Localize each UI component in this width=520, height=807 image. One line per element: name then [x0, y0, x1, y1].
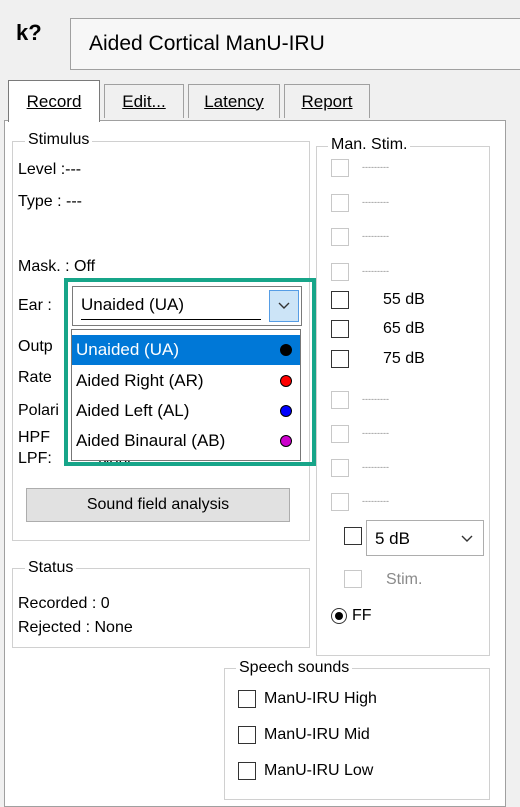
ear-label: Ear :: [18, 297, 52, 314]
man-stim-level-label: ---------: [362, 266, 389, 276]
man-stim-checkbox[interactable]: [331, 350, 349, 368]
black-dot-icon: [280, 344, 292, 356]
man-stim-checkbox[interactable]: [331, 194, 349, 212]
man-stim-level-label: 75 dB: [383, 350, 425, 367]
ear-option-label: Aided Right (AR): [76, 371, 204, 390]
status-rejected: Rejected : None: [18, 619, 133, 636]
hpf-label: HPF: [18, 429, 50, 446]
lpf-label: LPF:: [18, 450, 52, 467]
man-stim-checkbox[interactable]: [331, 320, 349, 338]
man-stim-level-label: ---------: [362, 197, 389, 207]
man-stim-level-label: ---------: [362, 462, 389, 472]
man-stim-level-label: ---------: [362, 428, 389, 438]
ear-dropdown-list: Unaided (UA) Aided Right (AR) Aided Left…: [71, 329, 301, 461]
speech-high-label: ManU-IRU High: [264, 690, 377, 707]
tab-record[interactable]: Record: [8, 80, 100, 122]
man-stim-checkbox[interactable]: [331, 263, 349, 281]
polarity-label: Polari: [18, 402, 59, 419]
step-select[interactable]: 5 dB: [366, 520, 484, 556]
help-cursor-icon[interactable]: k?: [16, 20, 42, 46]
man-stim-checkbox[interactable]: [331, 391, 349, 409]
sound-field-analysis-button[interactable]: Sound field analysis: [26, 488, 290, 522]
stimulus-level: Level :---: [18, 161, 82, 178]
speech-low-checkbox[interactable]: [238, 762, 256, 780]
status-recorded: Recorded : 0: [18, 595, 110, 612]
tab-edit[interactable]: Edit...: [104, 84, 184, 118]
man-stim-checkbox[interactable]: [331, 425, 349, 443]
speech-sounds-title: Speech sounds: [236, 659, 353, 677]
stimulus-mask: Mask. : Off: [18, 258, 96, 275]
stim-label: Stim.: [386, 571, 423, 588]
ear-option-label: Aided Left (AL): [76, 401, 190, 420]
ff-label: FF: [352, 607, 372, 624]
tab-report[interactable]: Report: [284, 84, 370, 118]
rate-label: Rate: [18, 369, 52, 386]
window-title: Aided Cortical ManU-IRU: [70, 18, 520, 70]
man-stim-level-label: ---------: [362, 496, 389, 506]
tab-edit-label: Edit...: [122, 91, 166, 111]
ear-option-unaided[interactable]: Unaided (UA): [72, 335, 300, 365]
red-dot-icon: [280, 375, 292, 387]
man-stim-level-label: ---------: [362, 394, 389, 404]
stimulus-group-title: Stimulus: [25, 131, 93, 149]
speech-mid-checkbox[interactable]: [238, 726, 256, 744]
speech-low-label: ManU-IRU Low: [264, 762, 374, 779]
man-stim-checkbox[interactable]: [331, 459, 349, 477]
tab-latency-label: Latency: [204, 91, 264, 111]
stim-checkbox[interactable]: [344, 570, 362, 588]
man-stim-checkbox[interactable]: [331, 291, 349, 309]
tab-report-label: Report: [301, 91, 353, 111]
window-title-text: Aided Cortical ManU-IRU: [89, 32, 325, 55]
step-select-value: 5 dB: [375, 529, 410, 548]
man-stim-level-label: 65 dB: [383, 320, 425, 337]
output-label: Outp: [18, 338, 53, 355]
ff-radio[interactable]: [331, 608, 347, 624]
man-stim-checkbox[interactable]: [331, 228, 349, 246]
ear-option-aided-right[interactable]: Aided Right (AR): [72, 366, 300, 396]
stimulus-type: Type : ---: [18, 193, 83, 210]
speech-high-checkbox[interactable]: [238, 690, 256, 708]
ear-option-aided-left[interactable]: Aided Left (AL): [72, 396, 300, 426]
ear-option-aided-binaural[interactable]: Aided Binaural (AB): [72, 426, 300, 456]
ear-option-label: Unaided (UA): [76, 340, 179, 359]
ff-radio-dot: [335, 612, 343, 620]
status-title: Status: [25, 559, 77, 577]
man-stim-title: Man. Stim.: [328, 136, 411, 154]
man-stim-checkbox[interactable]: [331, 493, 349, 511]
sound-field-analysis-label: Sound field analysis: [86, 496, 230, 513]
tab-latency[interactable]: Latency: [188, 84, 280, 118]
ear-option-label: Aided Binaural (AB): [76, 431, 226, 450]
man-stim-level-label: 55 dB: [383, 291, 425, 308]
chevron-down-icon: [461, 535, 473, 542]
blue-dot-icon: [280, 405, 292, 417]
speech-mid-label: ManU-IRU Mid: [264, 726, 370, 743]
man-stim-checkbox[interactable]: [331, 159, 349, 177]
tab-record-label: Record: [26, 91, 82, 111]
purple-dot-icon: [280, 435, 292, 447]
man-stim-level-label: ---------: [362, 162, 389, 172]
step-checkbox[interactable]: [344, 527, 362, 545]
man-stim-level-label: ---------: [362, 231, 389, 241]
